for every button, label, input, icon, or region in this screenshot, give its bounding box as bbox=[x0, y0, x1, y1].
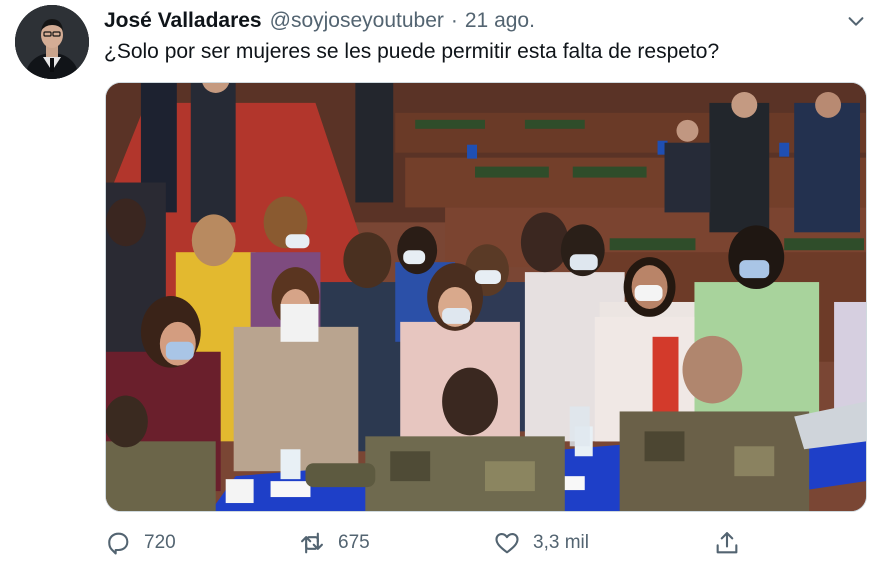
avatar[interactable] bbox=[15, 5, 89, 79]
retweet-button[interactable]: 675 bbox=[298, 526, 370, 560]
separator-dot: · bbox=[450, 9, 458, 32]
tweet-media-photo[interactable] bbox=[105, 82, 867, 512]
like-button[interactable]: 3,3 mil bbox=[493, 526, 589, 560]
retweet-icon bbox=[301, 532, 323, 554]
tweet-text: ¿Solo por ser mujeres se les puede permi… bbox=[104, 40, 720, 63]
reply-icon bbox=[108, 532, 129, 555]
tweet-header: José Valladares @soyjoseyoutuber · 21 ag… bbox=[104, 8, 535, 34]
share-icon bbox=[716, 532, 738, 554]
share-button[interactable] bbox=[713, 526, 753, 560]
assembly-photo bbox=[106, 83, 866, 511]
tweet-menu-button[interactable] bbox=[842, 8, 870, 34]
chevron-down-icon bbox=[848, 17, 864, 26]
avatar-image bbox=[15, 5, 89, 79]
retweet-count: 675 bbox=[338, 532, 370, 553]
tweet-date[interactable]: 21 ago. bbox=[465, 9, 535, 33]
heart-icon bbox=[495, 532, 519, 554]
like-count: 3,3 mil bbox=[533, 532, 589, 553]
tweet[interactable]: José Valladares @soyjoseyoutuber · 21 ag… bbox=[0, 0, 894, 575]
author-handle[interactable]: @soyjoseyoutuber bbox=[270, 9, 444, 33]
author-name[interactable]: José Valladares bbox=[104, 9, 262, 33]
reply-button[interactable]: 720 bbox=[104, 526, 176, 560]
tweet-actions: 720 675 3,3 mil bbox=[0, 526, 894, 560]
reply-count: 720 bbox=[144, 532, 176, 553]
